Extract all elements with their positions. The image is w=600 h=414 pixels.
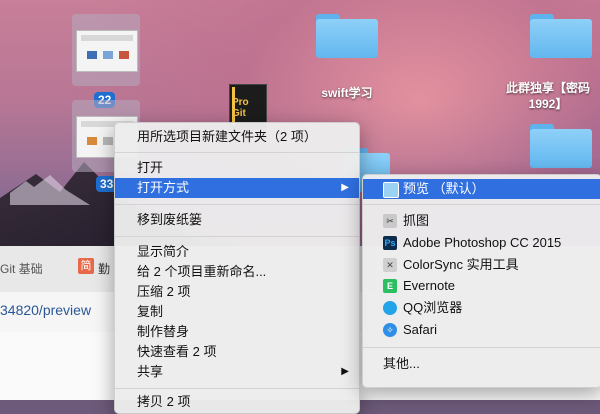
menu-item-quick-look[interactable]: 快速查看 2 项: [115, 342, 359, 362]
submenu-item-colorsync[interactable]: ✕ ColorSync 实用工具: [363, 255, 600, 275]
menu-item-compress[interactable]: 压缩 2 项: [115, 282, 359, 302]
qqbrowser-icon: [383, 301, 397, 315]
evernote-icon: E: [383, 279, 397, 293]
grab-icon: ✂: [383, 214, 397, 228]
folder-icon[interactable]: [530, 124, 592, 168]
safari-icon: ✧: [383, 323, 397, 337]
submenu-item-evernote[interactable]: E Evernote: [363, 276, 600, 296]
menu-item-duplicate[interactable]: 复制: [115, 302, 359, 322]
preview-icon: [383, 182, 399, 198]
folder-label-line1: 此群独享【密码: [505, 81, 590, 95]
menu-item-make-alias[interactable]: 制作替身: [115, 322, 359, 342]
menu-item-share[interactable]: 共享 ▶: [115, 362, 359, 382]
menu-item-open-with[interactable]: 打开方式 ▶: [115, 178, 359, 198]
book-title: Pro Git: [232, 97, 249, 119]
browser-tab-jianshu[interactable]: 勤: [98, 260, 110, 277]
menu-item-open[interactable]: 打开: [115, 158, 359, 178]
colorsync-icon: ✕: [383, 258, 397, 272]
menu-item-copy[interactable]: 拷贝 2 项: [115, 392, 359, 412]
menu-item-get-info[interactable]: 显示简介: [115, 242, 359, 262]
browser-tab-git[interactable]: Git 基础: [0, 260, 43, 277]
folder-label-line2: 1992】: [528, 97, 568, 111]
submenu-item-qqbrowser[interactable]: QQ浏览器: [363, 298, 600, 318]
folder-label-swift[interactable]: swift学习: [304, 84, 390, 101]
menu-item-move-to-trash[interactable]: 移到废纸篓: [115, 210, 359, 230]
submenu-item-other[interactable]: 其他...: [363, 354, 600, 374]
jianshu-icon: 简: [78, 258, 94, 274]
url-text: 34820/preview: [0, 302, 92, 318]
submenu-arrow-icon: ▶: [341, 366, 349, 377]
folder-icon[interactable]: [530, 14, 592, 58]
desktop-thumbnail-1[interactable]: [72, 14, 140, 86]
open-with-submenu: 预览 （默认） ✂ 抓图 Ps Adobe Photoshop CC 2015 …: [362, 174, 600, 388]
menu-item-rename[interactable]: 给 2 个项目重新命名...: [115, 262, 359, 282]
thumbnail-image: [76, 30, 138, 72]
folder-label-group[interactable]: 此群独享【密码 1992】: [496, 80, 600, 112]
context-menu: 用所选项目新建文件夹（2 项） 打开 打开方式 ▶ 移到废纸篓 显示简介 给 2…: [114, 122, 360, 414]
folder-icon[interactable]: [316, 14, 378, 58]
photoshop-icon: Ps: [383, 236, 397, 250]
submenu-item-grab[interactable]: ✂ 抓图: [363, 211, 600, 231]
submenu-item-safari[interactable]: ✧ Safari: [363, 320, 600, 340]
submenu-arrow-icon: ▶: [341, 182, 349, 193]
submenu-item-photoshop[interactable]: Ps Adobe Photoshop CC 2015: [363, 233, 600, 253]
submenu-item-preview[interactable]: 预览 （默认）: [363, 179, 600, 199]
menu-item-new-folder[interactable]: 用所选项目新建文件夹（2 项）: [115, 127, 359, 147]
